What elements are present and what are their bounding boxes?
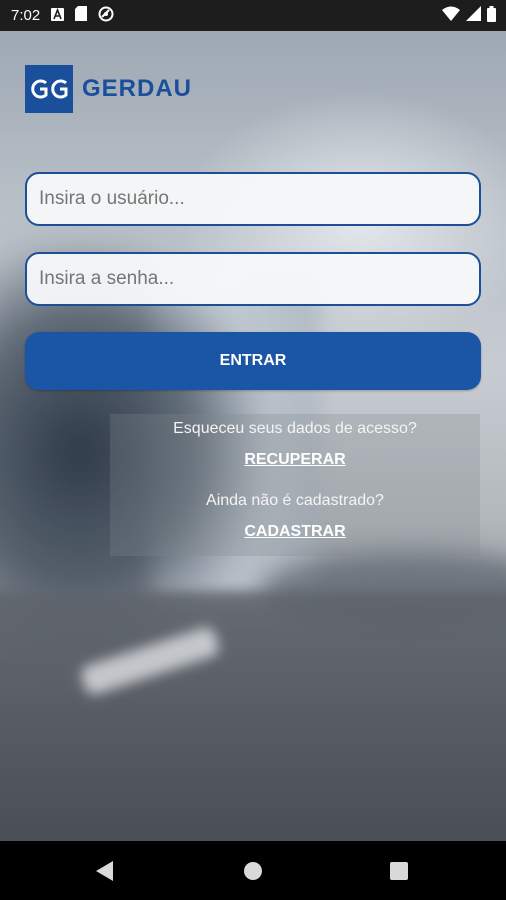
gerdau-logo-text: GERDAU bbox=[82, 75, 193, 102]
sim-card-icon bbox=[75, 6, 88, 25]
signal-icon bbox=[466, 6, 481, 25]
back-icon[interactable] bbox=[96, 861, 113, 881]
gerdau-logo: GERDAU bbox=[25, 65, 192, 113]
register-link-row: CADASTRAR bbox=[110, 523, 480, 541]
navigation-bar bbox=[0, 841, 506, 900]
status-bar-left: 7:02 bbox=[11, 6, 114, 26]
help-panel: Esqueceu seus dados de acesso? RECUPERAR… bbox=[110, 414, 480, 556]
recover-link[interactable]: RECUPERAR bbox=[244, 451, 345, 469]
home-icon[interactable] bbox=[244, 862, 262, 880]
status-bar-right bbox=[442, 5, 496, 26]
login-button[interactable]: ENTRAR bbox=[25, 332, 481, 390]
status-time: 7:02 bbox=[11, 7, 41, 24]
password-input[interactable] bbox=[25, 252, 481, 306]
wifi-icon bbox=[442, 6, 460, 25]
recover-link-row: RECUPERAR bbox=[110, 451, 480, 469]
a-icon bbox=[51, 6, 65, 25]
username-input[interactable] bbox=[25, 172, 481, 226]
gerdau-logo-mark bbox=[25, 65, 73, 113]
register-question: Ainda não é cadastrado? bbox=[206, 492, 384, 509]
sync-icon bbox=[98, 6, 114, 26]
forgot-question: Esqueceu seus dados de acesso? bbox=[173, 420, 417, 437]
gg-icon bbox=[31, 79, 68, 99]
recent-apps-icon[interactable] bbox=[390, 862, 408, 880]
background-road bbox=[0, 591, 506, 841]
status-bar: 7:02 bbox=[0, 0, 506, 31]
battery-icon bbox=[487, 5, 496, 26]
register-link[interactable]: CADASTRAR bbox=[244, 523, 345, 541]
